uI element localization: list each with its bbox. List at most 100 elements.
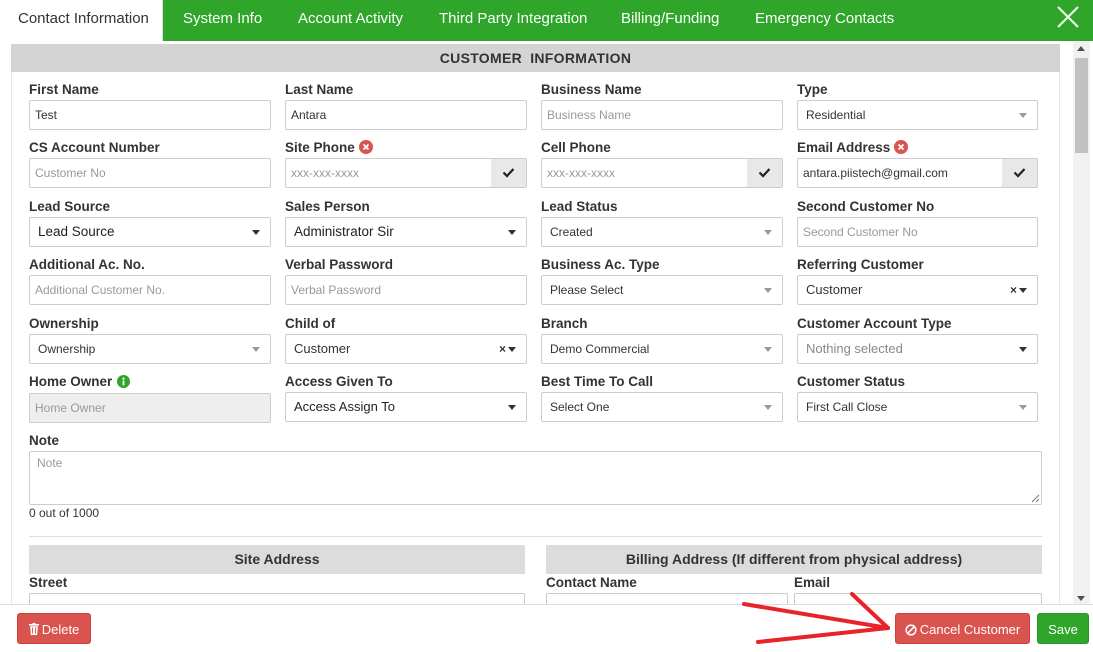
best-time-to-call-value: Select One — [550, 400, 610, 414]
email-address-input[interactable]: antara.piistech@gmail.com — [797, 158, 1003, 188]
delete-button[interactable]: Delete — [17, 613, 91, 644]
save-button[interactable]: Save — [1037, 613, 1089, 644]
lead-source-label: Lead Source — [29, 199, 111, 214]
lead-source-select[interactable]: Lead Source — [29, 217, 271, 247]
site-phone-input[interactable]: xxx-xxx-xxxx — [285, 158, 492, 188]
close-icon[interactable] — [1054, 3, 1082, 31]
street-input[interactable] — [29, 593, 525, 604]
access-given-to-select[interactable]: Access Assign To — [285, 392, 527, 422]
check-icon — [502, 168, 515, 178]
cell-phone-input[interactable]: xxx-xxx-xxxx — [541, 158, 748, 188]
email-address-label-text: Email Address — [797, 140, 891, 155]
site-phone-verify-button[interactable] — [491, 158, 527, 188]
info-icon[interactable] — [117, 375, 131, 388]
billing-email-label: Email — [794, 575, 831, 590]
tab-contact-information[interactable]: Contact Information — [0, 0, 163, 41]
second-customer-no-input[interactable]: Second Customer No — [797, 217, 1038, 247]
customer-form: CUSTOMER INFORMATION First Name Test Las… — [0, 41, 1093, 604]
ownership-label: Ownership — [29, 316, 99, 331]
lead-status-value: Created — [550, 225, 593, 239]
tab-label: System Info — [183, 10, 263, 27]
home-owner-input: Home Owner — [29, 393, 271, 423]
chevron-down-icon — [764, 347, 772, 352]
best-time-to-call-select[interactable]: Select One — [541, 392, 783, 422]
branch-select[interactable]: Demo Commercial — [541, 334, 783, 364]
lead-source-value: Lead Source — [38, 224, 115, 239]
chevron-down-icon — [764, 288, 772, 293]
site-phone-label-text: Site Phone — [285, 140, 355, 155]
last-name-input[interactable]: Antara — [285, 100, 527, 130]
chevron-down-icon — [252, 347, 260, 352]
check-icon — [1013, 168, 1026, 178]
clear-icon[interactable]: × — [499, 335, 506, 363]
customer-status-value: First Call Close — [806, 400, 888, 414]
referring-customer-value: Customer — [806, 282, 863, 297]
business-name-input[interactable]: Business Name — [541, 100, 783, 130]
type-label: Type — [797, 82, 828, 97]
tab-label: Billing/Funding — [621, 10, 720, 27]
note-textarea[interactable]: Note — [29, 451, 1042, 505]
additional-ac-no-label: Additional Ac. No. — [29, 257, 145, 272]
child-of-select[interactable]: Customer × — [285, 334, 527, 364]
access-given-to-label: Access Given To — [285, 374, 393, 389]
ownership-select[interactable]: Ownership — [29, 334, 271, 364]
last-name-label: Last Name — [285, 82, 354, 97]
customer-status-select[interactable]: First Call Close — [797, 392, 1038, 422]
tab-bar: Contact Information System Info Account … — [0, 0, 1093, 41]
section-title: CUSTOMER INFORMATION — [11, 44, 1060, 72]
tab-label: Account Activity — [298, 10, 404, 27]
ownership-value: Ownership — [38, 342, 96, 356]
additional-ac-no-input[interactable]: Additional Customer No. — [29, 275, 271, 305]
customer-account-type-select[interactable]: Nothing selected — [797, 334, 1038, 364]
customer-status-label: Customer Status — [797, 374, 906, 389]
first-name-input[interactable]: Test — [29, 100, 271, 130]
resize-handle-icon[interactable] — [1031, 494, 1040, 503]
business-ac-type-value: Please Select — [550, 283, 624, 297]
error-icon — [358, 140, 373, 154]
cs-account-number-input[interactable]: Customer No — [29, 158, 271, 188]
cancel-customer-button[interactable]: Cancel Customer — [895, 613, 1030, 644]
tab-emergency-contacts[interactable]: Emergency Contacts — [755, 0, 894, 41]
save-button-label: Save — [1048, 622, 1078, 637]
sales-person-value: Administrator Sir — [294, 224, 394, 239]
clear-icon[interactable]: × — [1010, 276, 1017, 304]
note-char-counter: 0 out of 1000 — [29, 506, 100, 520]
referring-customer-label: Referring Customer — [797, 257, 924, 272]
site-address-header: Site Address — [29, 545, 525, 574]
chevron-down-icon — [1019, 113, 1027, 118]
billing-email-input[interactable] — [794, 593, 1042, 604]
best-time-to-call-label: Best Time To Call — [541, 374, 654, 389]
business-ac-type-select[interactable]: Please Select — [541, 275, 783, 305]
business-name-label: Business Name — [541, 82, 642, 97]
referring-customer-select[interactable]: Customer × — [797, 275, 1038, 305]
customer-account-type-label: Customer Account Type — [797, 316, 952, 331]
scroll-up-arrow-icon[interactable] — [1077, 46, 1085, 51]
second-customer-no-label: Second Customer No — [797, 199, 935, 214]
tab-label: Third Party Integration — [439, 10, 588, 27]
divider — [29, 536, 1042, 537]
cell-phone-label: Cell Phone — [541, 140, 611, 155]
sales-person-select[interactable]: Administrator Sir — [285, 217, 527, 247]
sales-person-label: Sales Person — [285, 199, 370, 214]
access-given-to-value: Access Assign To — [294, 399, 395, 414]
form-footer: Delete Cancel Customer Save — [0, 604, 1093, 652]
cell-phone-verify-button[interactable] — [747, 158, 783, 188]
lead-status-select[interactable]: Created — [541, 217, 783, 247]
contact-name-input[interactable] — [546, 593, 788, 604]
tab-label: Contact Information — [18, 10, 149, 27]
trash-icon — [28, 623, 39, 635]
branch-value: Demo Commercial — [550, 342, 650, 356]
child-of-label: Child of — [285, 316, 336, 331]
tab-billing-funding[interactable]: Billing/Funding — [621, 0, 719, 41]
cancel-customer-button-label: Cancel Customer — [919, 622, 1021, 637]
business-ac-type-label: Business Ac. Type — [541, 257, 660, 272]
tab-account-activity[interactable]: Account Activity — [298, 0, 403, 41]
type-select[interactable]: Residential — [797, 100, 1038, 130]
branch-label: Branch — [541, 316, 588, 331]
tab-system-info[interactable]: System Info — [183, 0, 262, 41]
scrollbar-thumb[interactable] — [1075, 58, 1088, 153]
tab-third-party-integration[interactable]: Third Party Integration — [439, 0, 587, 41]
email-verify-button[interactable] — [1002, 158, 1038, 188]
scroll-down-arrow-icon[interactable] — [1077, 596, 1085, 601]
verbal-password-input[interactable]: Verbal Password — [285, 275, 527, 305]
